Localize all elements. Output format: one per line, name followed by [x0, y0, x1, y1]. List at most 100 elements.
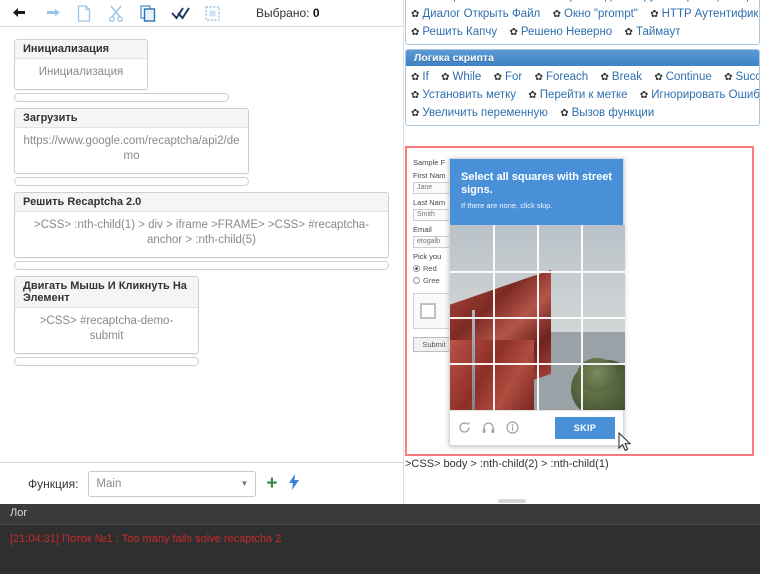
gear-icon: ✿ — [509, 27, 517, 38]
run-function-button[interactable] — [288, 474, 300, 494]
recaptcha-checkbox-icon[interactable] — [420, 303, 436, 319]
script-block-title: Решить Recaptcha 2.0 — [15, 193, 388, 212]
palette-item[interactable]: ✿Установить метку — [411, 87, 516, 104]
script-block-load[interactable]: Загрузить https://www.google.com/recaptc… — [14, 108, 393, 186]
gear-icon: ✿ — [724, 72, 732, 83]
script-block-list: Инициализация Инициализация Загрузить ht… — [0, 27, 403, 366]
captcha-image-grid[interactable] — [450, 225, 625, 410]
cut-icon[interactable] — [106, 3, 126, 23]
palette-item[interactable]: ✿ While — [441, 69, 481, 86]
palette-row: ✿Диалог Открыть Файл ✿Окно "prompt" ✿HTT… — [411, 5, 755, 23]
gear-icon: ✿ — [411, 72, 419, 83]
script-editor-pane: Выбрано: 0 Инициализация Инициализация З… — [0, 0, 403, 497]
function-select[interactable]: Main ▼ — [88, 471, 256, 497]
palette-item[interactable]: ✿Success — [724, 69, 760, 86]
palette-item-label: Окно "prompt" — [564, 8, 638, 20]
palette-item[interactable]: ✿Continue — [654, 69, 711, 86]
reload-icon[interactable] — [458, 421, 471, 436]
gear-icon: ✿ — [625, 27, 633, 38]
captcha-gridlines — [450, 225, 625, 410]
palette-item[interactable]: ✿Вызов функции — [560, 105, 654, 122]
palette-item[interactable]: ✿Решить Капчу — [411, 24, 497, 41]
command-palette: ✿Аваскрипт ✿Выполнять при каждой загрузк… — [405, 0, 760, 128]
palette-item-label: Foreach — [546, 71, 588, 83]
gear-icon: ✿ — [494, 72, 502, 83]
log-entry-time: [21:04:31] — [10, 533, 59, 545]
script-block-card[interactable]: Инициализация Инициализация — [14, 39, 148, 90]
captcha-instruction-header: Select all squares with street signs. If… — [450, 159, 623, 225]
script-block-init[interactable]: Инициализация Инициализация — [14, 39, 393, 102]
browser-preview-panel[interactable]: Sample F First Nam Jane Last Nam Smith E… — [405, 146, 754, 456]
log-entry: [21:04:31] Поток №1 : Too many fails sol… — [0, 525, 760, 553]
copy-icon[interactable] — [138, 3, 158, 23]
gear-icon: ✿ — [411, 90, 419, 101]
script-block-value: >CSS> #recaptcha-demo-submit — [15, 308, 198, 353]
script-block-value: Инициализация — [15, 59, 147, 89]
palette-item[interactable]: ✿Таймаут — [625, 24, 681, 41]
palette-item[interactable]: ✿Foreach — [535, 69, 589, 86]
selection-count-label: Выбрано: — [256, 6, 309, 20]
palette-item[interactable]: ✿Диалог Открыть Файл — [411, 6, 540, 23]
palette-group-items: ✿If ✿While ✿For ✿Foreach ✿Break ✿Continu… — [406, 66, 759, 125]
gear-icon: ✿ — [553, 9, 561, 20]
gear-icon: ✿ — [490, 0, 498, 2]
undo-icon[interactable] — [10, 3, 30, 23]
script-block-card[interactable]: Загрузить https://www.google.com/recaptc… — [14, 108, 249, 174]
selection-count-value: 0 — [313, 6, 320, 20]
chevron-down-icon: ▼ — [241, 479, 249, 488]
palette-item[interactable]: ✿ HTTP Аутентификация — [650, 6, 760, 23]
palette-item-label: Success — [735, 71, 760, 83]
script-block-solve-recaptcha[interactable]: Решить Recaptcha 2.0 >CSS> :nth-child(1)… — [14, 192, 393, 270]
gear-icon: ✿ — [528, 90, 536, 101]
gear-icon: ✿ — [650, 9, 658, 20]
palette-item[interactable]: ✿Игнорировать Ошибки — [640, 87, 760, 104]
captcha-footer: SKIP — [450, 410, 623, 445]
add-function-button[interactable]: + — [266, 474, 277, 493]
palette-item[interactable]: ✿For — [494, 69, 523, 86]
palette-item[interactable]: ✿Увеличить переменную — [411, 105, 548, 122]
palette-item[interactable]: ✿ Перейти к метке — [528, 87, 627, 104]
palette-item-label: Игнорировать Ошибки — [651, 89, 760, 101]
palette-item[interactable]: ✿Решено Неверно — [509, 24, 612, 41]
palette-item-label: Решить Капчу — [422, 26, 497, 38]
script-block-title: Загрузить — [15, 109, 248, 128]
function-select-value: Main — [96, 478, 121, 490]
script-block-move-click[interactable]: Двигать Мышь И Кликнуть На Элемент >CSS>… — [14, 276, 393, 366]
info-icon[interactable] — [506, 421, 519, 436]
palette-item[interactable]: ✿Break — [601, 69, 642, 86]
palette-item-label: Увеличить переменную — [422, 107, 547, 119]
palette-item[interactable]: ✿If — [411, 69, 429, 86]
radio-green-label: Gree — [423, 276, 440, 285]
palette-item-label: Установить метку — [422, 89, 516, 101]
block-connector — [14, 357, 199, 366]
captcha-action-button[interactable]: SKIP — [555, 417, 615, 439]
gear-icon: ✿ — [654, 72, 662, 83]
palette-item-label: Перейти к метке — [540, 89, 628, 101]
palette-item[interactable]: ✿Окно "prompt" — [553, 6, 638, 23]
gear-icon: ✿ — [560, 108, 568, 119]
check-all-icon[interactable] — [170, 3, 190, 23]
script-block-card[interactable]: Двигать Мышь И Кликнуть На Элемент >CSS>… — [14, 276, 199, 354]
block-connector — [14, 177, 249, 186]
new-file-icon[interactable] — [74, 3, 94, 23]
script-block-card[interactable]: Решить Recaptcha 2.0 >CSS> :nth-child(1)… — [14, 192, 389, 258]
palette-item-label: While — [453, 71, 482, 83]
palette-row: ✿Увеличить переменную ✿Вызов функции — [411, 104, 755, 122]
audio-icon[interactable] — [482, 421, 495, 436]
palette-item-label: Выполнять при каждой загрузке страницы в… — [501, 0, 760, 2]
log-entry-text: Поток №1 : Too many fails solve recaptch… — [62, 533, 281, 545]
palette-item-label: HTTP Аутентификация — [662, 8, 760, 20]
script-block-title: Двигать Мышь И Кликнуть На Элемент — [15, 277, 198, 308]
select-region-icon[interactable] — [202, 3, 222, 23]
redo-icon[interactable] — [42, 3, 62, 23]
gear-icon: ✿ — [441, 72, 449, 83]
captcha-title: Select all squares with street signs. — [461, 171, 612, 197]
script-block-value: https://www.google.com/recaptcha/api2/de… — [15, 128, 248, 173]
log-panel: Лог [21:04:31] Поток №1 : Too many fails… — [0, 504, 760, 574]
palette-item-label: Таймаут — [636, 26, 681, 38]
function-label: Функция: — [28, 477, 78, 491]
gear-icon: ✿ — [411, 27, 419, 38]
gear-icon: ✿ — [411, 108, 419, 119]
horizontal-scroll-handle[interactable] — [498, 499, 526, 503]
palette-item-label: Аваскрипт — [422, 0, 477, 2]
